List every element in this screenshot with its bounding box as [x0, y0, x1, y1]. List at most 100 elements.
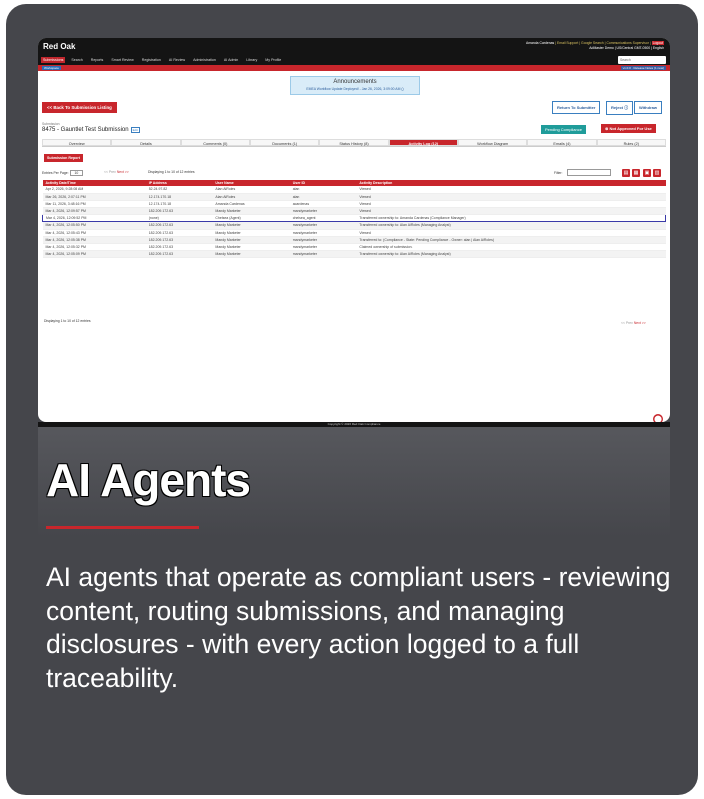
nav-my-profile[interactable]: My Profile — [263, 57, 283, 63]
table-row: Mar 26, 2026, 2:07:11 PM 12.174.170.18 Ala… — [42, 193, 666, 201]
table-row: Mar 4, 2026, 12:09:57 PM 182.209.172.63 Ma… — [42, 207, 666, 216]
nav-reports[interactable]: Reports — [89, 57, 106, 63]
nav-library[interactable]: Library — [244, 57, 259, 63]
table-cell: Mar 4, 2026, 12:09:57 PM — [42, 207, 146, 216]
prev-link[interactable]: << Prev — [104, 170, 116, 174]
pending-compliance-button[interactable]: Pending Compliance — [541, 125, 586, 134]
table-row: Apr 2, 2026, 9:28:08 AM 52.24.97.82 Alan A… — [42, 186, 666, 194]
tab-rules[interactable]: Rules (2) — [596, 139, 666, 146]
tab-overview[interactable]: Overview — [42, 139, 112, 146]
table-cell: Mar 4, 2026, 12:05:32 PM — [42, 243, 146, 252]
reject-button[interactable]: Reject ⓘ — [606, 101, 634, 115]
nav-ai-review[interactable]: AI Review — [167, 57, 187, 63]
table-row: Mar 4, 2026, 12:05:09 PM 182.209.172.63 Ma… — [42, 250, 666, 259]
filter-input[interactable] — [567, 169, 611, 176]
user-name[interactable]: Amanda Cardenas — [526, 41, 554, 45]
pager-bottom: << Prev Next >> — [621, 321, 646, 325]
workspace-tag[interactable]: Workspace — [42, 66, 61, 70]
logout-link[interactable]: Logout — [651, 41, 664, 45]
table-cell: Mar 4, 2026, 12:05:43 PM — [42, 229, 146, 237]
print-icon[interactable]: ▥ — [653, 169, 661, 177]
announcement-box: Announcements EMEA Workflow Update Deplo… — [290, 76, 420, 95]
table-cell: Viewed — [356, 207, 666, 216]
tab-activity-log[interactable]: Activity Log (12) — [388, 139, 458, 146]
excel-export-icon[interactable]: ▣ — [643, 169, 651, 177]
table-cell: Mar 4, 2026, 12:05:38 PM — [42, 236, 146, 244]
table-cell: Mar 26, 2026, 2:07:11 PM — [42, 193, 146, 201]
table-cell: Mar 4, 2026, 12:05:50 PM — [42, 221, 146, 230]
app-screenshot: Red Oak Amanda Cardenas | Email Support … — [38, 38, 670, 422]
nav-submissions[interactable]: Submissions — [41, 57, 66, 63]
table-cell: Viewed — [356, 186, 666, 194]
table-cell: (none) — [145, 214, 213, 223]
app-logo: Red Oak — [43, 42, 76, 51]
table-cell: Mar 4, 2026, 12:05:09 PM — [42, 250, 146, 259]
pdf-export-icon[interactable]: ▤ — [622, 169, 630, 177]
table-cell: acardenas — [289, 200, 357, 208]
submission-tabs: Overview Details Comments (0) Documents … — [42, 139, 666, 147]
table-cell: Apr 2, 2026, 9:28:08 AM — [42, 186, 146, 194]
per-page-select[interactable]: 10 — [69, 170, 84, 176]
pager-top: << Prev Next >> — [104, 170, 129, 174]
entries-per-page: Entries Per Page: 10 — [42, 170, 84, 176]
table-cell: mandymarketer — [289, 250, 357, 259]
nav-smart-review[interactable]: Smart Review — [109, 57, 135, 63]
nav-registration[interactable]: Registration — [140, 57, 163, 63]
table-cell: 182.209.172.63 — [145, 207, 213, 216]
app-header: Red Oak Amanda Cardenas | Email Support … — [38, 38, 670, 55]
nav-search[interactable]: Search — [69, 57, 84, 63]
table-cell: Mandy Marketer — [212, 229, 290, 237]
tab-comments[interactable]: Comments (0) — [180, 139, 250, 146]
main-nav: Submissions Search Reports Smart Review … — [38, 55, 670, 65]
csv-export-icon[interactable]: ▦ — [632, 169, 640, 177]
table-cell: 182.209.172.63 — [145, 243, 213, 252]
release-notes-link[interactable]: v1.0.0 · Release Notes (1 new) — [620, 66, 666, 70]
table-cell: Transferred ownership to: Amanda Cardena… — [356, 214, 667, 223]
table-cell: Mandy Marketer — [212, 221, 290, 230]
submission-title-text: 8475 - Gauntlet Test Submission — [42, 127, 129, 133]
return-to-submitter-button[interactable]: Return To Submitter — [552, 101, 601, 114]
tab-workflow-diagram[interactable]: Workflow Diagram — [457, 139, 528, 146]
prev-link-bottom[interactable]: << Prev — [621, 321, 633, 325]
tab-status-history[interactable]: Status History (8) — [319, 139, 389, 146]
table-cell: Viewed — [356, 229, 666, 237]
table-cell: 182.209.172.63 — [145, 229, 213, 237]
tab-emails[interactable]: Emails (4) — [527, 139, 597, 146]
announcement-text[interactable]: EMEA Workflow Update Deployed! - Jan 26,… — [291, 87, 419, 91]
tab-documents[interactable]: Documents (1) — [249, 139, 320, 146]
table-cell: Transferred to: (Compliance - State: Pen… — [356, 236, 666, 244]
table-cell: alan — [289, 193, 357, 201]
tab-details[interactable]: Details — [111, 139, 181, 146]
headline-underline — [46, 526, 199, 529]
table-cell: 12.174.170.18 — [145, 193, 213, 201]
user-info: Amanda Cardenas | Email Support | Google… — [526, 41, 664, 51]
table-row: Mar 4, 2026, 12:05:43 PM 182.209.172.63 Ma… — [42, 229, 666, 237]
user-links[interactable]: | Email Support | Google Search | Commun… — [555, 41, 651, 45]
back-to-listing-button[interactable]: << Back To Submission Listing — [42, 102, 117, 113]
announcement-title: Announcements — [333, 79, 377, 85]
displaying-bottom: Displaying 1 to 10 of 12 entries — [44, 319, 91, 323]
filter-label: Filter: — [554, 171, 563, 175]
table-cell: chelsea_agent — [289, 214, 357, 223]
table-cell: Transferred ownership to: Alan AiRoles (… — [356, 221, 666, 230]
entries-per-page-label: Entries Per Page: — [42, 171, 69, 175]
not-approved-button[interactable]: ⊗ Not Approved For Use — [601, 124, 656, 133]
table-cell: Chelsea (Agent) — [212, 214, 290, 223]
next-link[interactable]: Next >> — [117, 170, 129, 174]
submission-report-button[interactable]: Submission Report — [44, 154, 83, 162]
table-cell: Alan AiRoles — [212, 186, 290, 194]
search-input[interactable]: Search — [618, 56, 666, 64]
withdraw-button[interactable]: Withdraw — [634, 101, 662, 114]
nav-ai-admin[interactable]: AI Admin — [222, 57, 240, 63]
next-link-bottom[interactable]: Next >> — [634, 321, 646, 325]
table-cell: mandymarketer — [289, 221, 357, 230]
table-cell: Mar 11, 2026, 3:48:16 PM — [42, 200, 146, 208]
nav-administration[interactable]: Administration — [191, 57, 218, 63]
table-cell: 182.209.172.63 — [145, 221, 213, 230]
table-cell: mandymarketer — [289, 207, 357, 216]
table-row: Mar 4, 2026, 12:05:50 PM 182.209.172.63 Ma… — [42, 221, 666, 230]
table-cell: Amanda Cardenas — [212, 200, 290, 208]
activity-log-table: Activity Date/Time IP Address User Name … — [41, 180, 667, 259]
edit-badge[interactable]: Edit — [130, 127, 140, 133]
submission-title: 8475 - Gauntlet Test Submission Edit — [42, 127, 140, 133]
